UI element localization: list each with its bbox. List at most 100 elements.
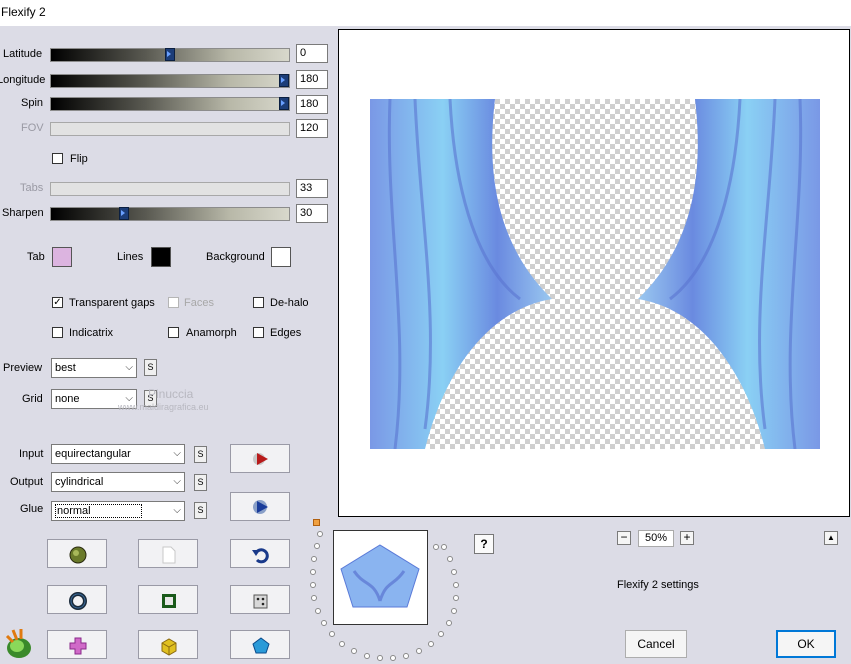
tabs-slider	[50, 182, 290, 196]
glue-s-button[interactable]: S	[194, 502, 207, 519]
globe-button[interactable]	[47, 539, 107, 568]
thumbnail-dot[interactable]	[321, 620, 327, 626]
spin-input[interactable]: 180	[296, 95, 328, 114]
sharpen-input[interactable]: 30	[296, 204, 328, 223]
thumbnail-dot[interactable]	[441, 544, 447, 550]
de-halo-checkbox[interactable]	[253, 297, 264, 308]
thumbnail-dot[interactable]	[438, 631, 444, 637]
ok-button[interactable]: OK	[776, 630, 836, 658]
output-s-button[interactable]: S	[194, 474, 207, 491]
ring-icon	[69, 592, 87, 610]
undo-button[interactable]	[230, 539, 290, 568]
title-bar: Flexify 2	[0, 0, 851, 26]
preview-s-button[interactable]: S	[144, 359, 157, 376]
edges-checkbox[interactable]	[253, 327, 264, 338]
thumbnail-dot[interactable]	[315, 608, 321, 614]
square-button[interactable]	[138, 585, 198, 614]
thumbnail-dot[interactable]	[451, 569, 457, 575]
fov-input[interactable]: 120	[296, 119, 328, 138]
thumbnail-dot[interactable]	[317, 531, 323, 537]
thumbnail-dot[interactable]	[310, 582, 316, 588]
latitude-label: Latitude	[3, 48, 43, 60]
thumbnail-dot[interactable]	[390, 655, 396, 661]
sharpen-slider[interactable]	[50, 207, 290, 221]
longitude-slider[interactable]	[50, 74, 290, 88]
tab-color-swatch[interactable]	[52, 247, 72, 267]
flip-label: Flip	[70, 153, 88, 165]
cube-icon	[161, 638, 177, 656]
thumbnail-dot[interactable]	[311, 556, 317, 562]
cancel-button[interactable]: Cancel	[625, 630, 687, 658]
transparent-gaps-checkbox[interactable]: ✓	[52, 297, 63, 308]
preview-select[interactable]: best ⌵	[51, 358, 137, 378]
zoom-in-button[interactable]: +	[680, 531, 694, 545]
thumbnail-dot[interactable]	[311, 595, 317, 601]
thumbnail-dot[interactable]	[433, 544, 439, 550]
sharpen-slider-thumb[interactable]	[119, 207, 129, 220]
pentagon-button[interactable]	[230, 630, 290, 659]
thumbnail-dot[interactable]	[403, 653, 409, 659]
longitude-slider-thumb[interactable]	[279, 74, 289, 87]
chevron-down-icon: ⌵	[173, 448, 181, 459]
output-select[interactable]: cylindrical ⌵	[51, 472, 185, 492]
play-disc-button[interactable]	[230, 492, 290, 521]
anamorph-checkbox[interactable]	[168, 327, 179, 338]
play-arrow-button[interactable]	[230, 444, 290, 473]
cross-button[interactable]	[47, 630, 107, 659]
input-label: Input	[19, 448, 44, 460]
pentagon-icon	[252, 637, 270, 654]
latitude-slider[interactable]	[50, 48, 290, 62]
spin-slider[interactable]	[50, 97, 290, 111]
input-select[interactable]: equirectangular ⌵	[51, 444, 185, 464]
background-color-swatch[interactable]	[271, 247, 291, 267]
collapse-button[interactable]: ▲	[824, 531, 838, 545]
thumbnail-dot[interactable]	[377, 655, 383, 661]
latitude-input[interactable]: 0	[296, 44, 328, 63]
thumbnail-handle[interactable]	[313, 519, 320, 526]
indicatrix-checkbox[interactable]	[52, 327, 63, 338]
thumbnail-dot[interactable]	[446, 620, 452, 626]
thumbnail-dot[interactable]	[416, 648, 422, 654]
thumbnail-dot[interactable]	[314, 543, 320, 549]
thumbnail-dot[interactable]	[447, 556, 453, 562]
de-halo-label: De-halo	[270, 297, 309, 309]
dice-button[interactable]	[230, 585, 290, 614]
longitude-input[interactable]: 180	[296, 70, 328, 89]
thumbnail-dot[interactable]	[329, 631, 335, 637]
thumbnail-dot[interactable]	[351, 648, 357, 654]
grid-select-value: none	[55, 393, 80, 405]
lines-color-label: Lines	[117, 251, 144, 263]
thumbnail-dot[interactable]	[428, 641, 434, 647]
cross-icon	[69, 637, 87, 655]
thumbnail-dot[interactable]	[339, 641, 345, 647]
flip-checkbox[interactable]	[52, 153, 63, 164]
zoom-out-button[interactable]: −	[617, 531, 631, 545]
lines-color-swatch[interactable]	[151, 247, 171, 267]
settings-label: Flexify 2 settings	[617, 579, 699, 591]
thumbnail-dot[interactable]	[453, 595, 459, 601]
latitude-slider-thumb[interactable]	[165, 48, 175, 61]
input-select-value: equirectangular	[55, 448, 131, 460]
glue-select-value: normal	[55, 504, 142, 518]
spin-slider-thumb[interactable]	[279, 97, 289, 110]
glue-select[interactable]: normal ⌵	[51, 501, 185, 521]
output-label: Output	[10, 476, 44, 488]
page-button[interactable]	[138, 539, 198, 568]
zoom-level[interactable]: 50%	[638, 530, 674, 547]
thumbnail-dot[interactable]	[364, 653, 370, 659]
ring-button[interactable]	[47, 585, 107, 614]
preview-label: Preview	[3, 362, 43, 374]
tabs-input[interactable]: 33	[296, 179, 328, 198]
dice-icon	[253, 594, 268, 609]
cube-button[interactable]	[138, 630, 198, 659]
square-icon	[162, 594, 176, 608]
input-s-button[interactable]: S	[194, 446, 207, 463]
thumbnail-dot[interactable]	[453, 582, 459, 588]
transparent-gaps-label: Transparent gaps	[69, 297, 155, 309]
help-button[interactable]: ?	[474, 534, 494, 554]
thumbnail-dot[interactable]	[451, 608, 457, 614]
page-icon	[162, 546, 176, 564]
longitude-label: Longitude	[0, 74, 46, 86]
thumbnail-dot[interactable]	[310, 569, 316, 575]
preset-thumbnail[interactable]	[333, 530, 428, 625]
